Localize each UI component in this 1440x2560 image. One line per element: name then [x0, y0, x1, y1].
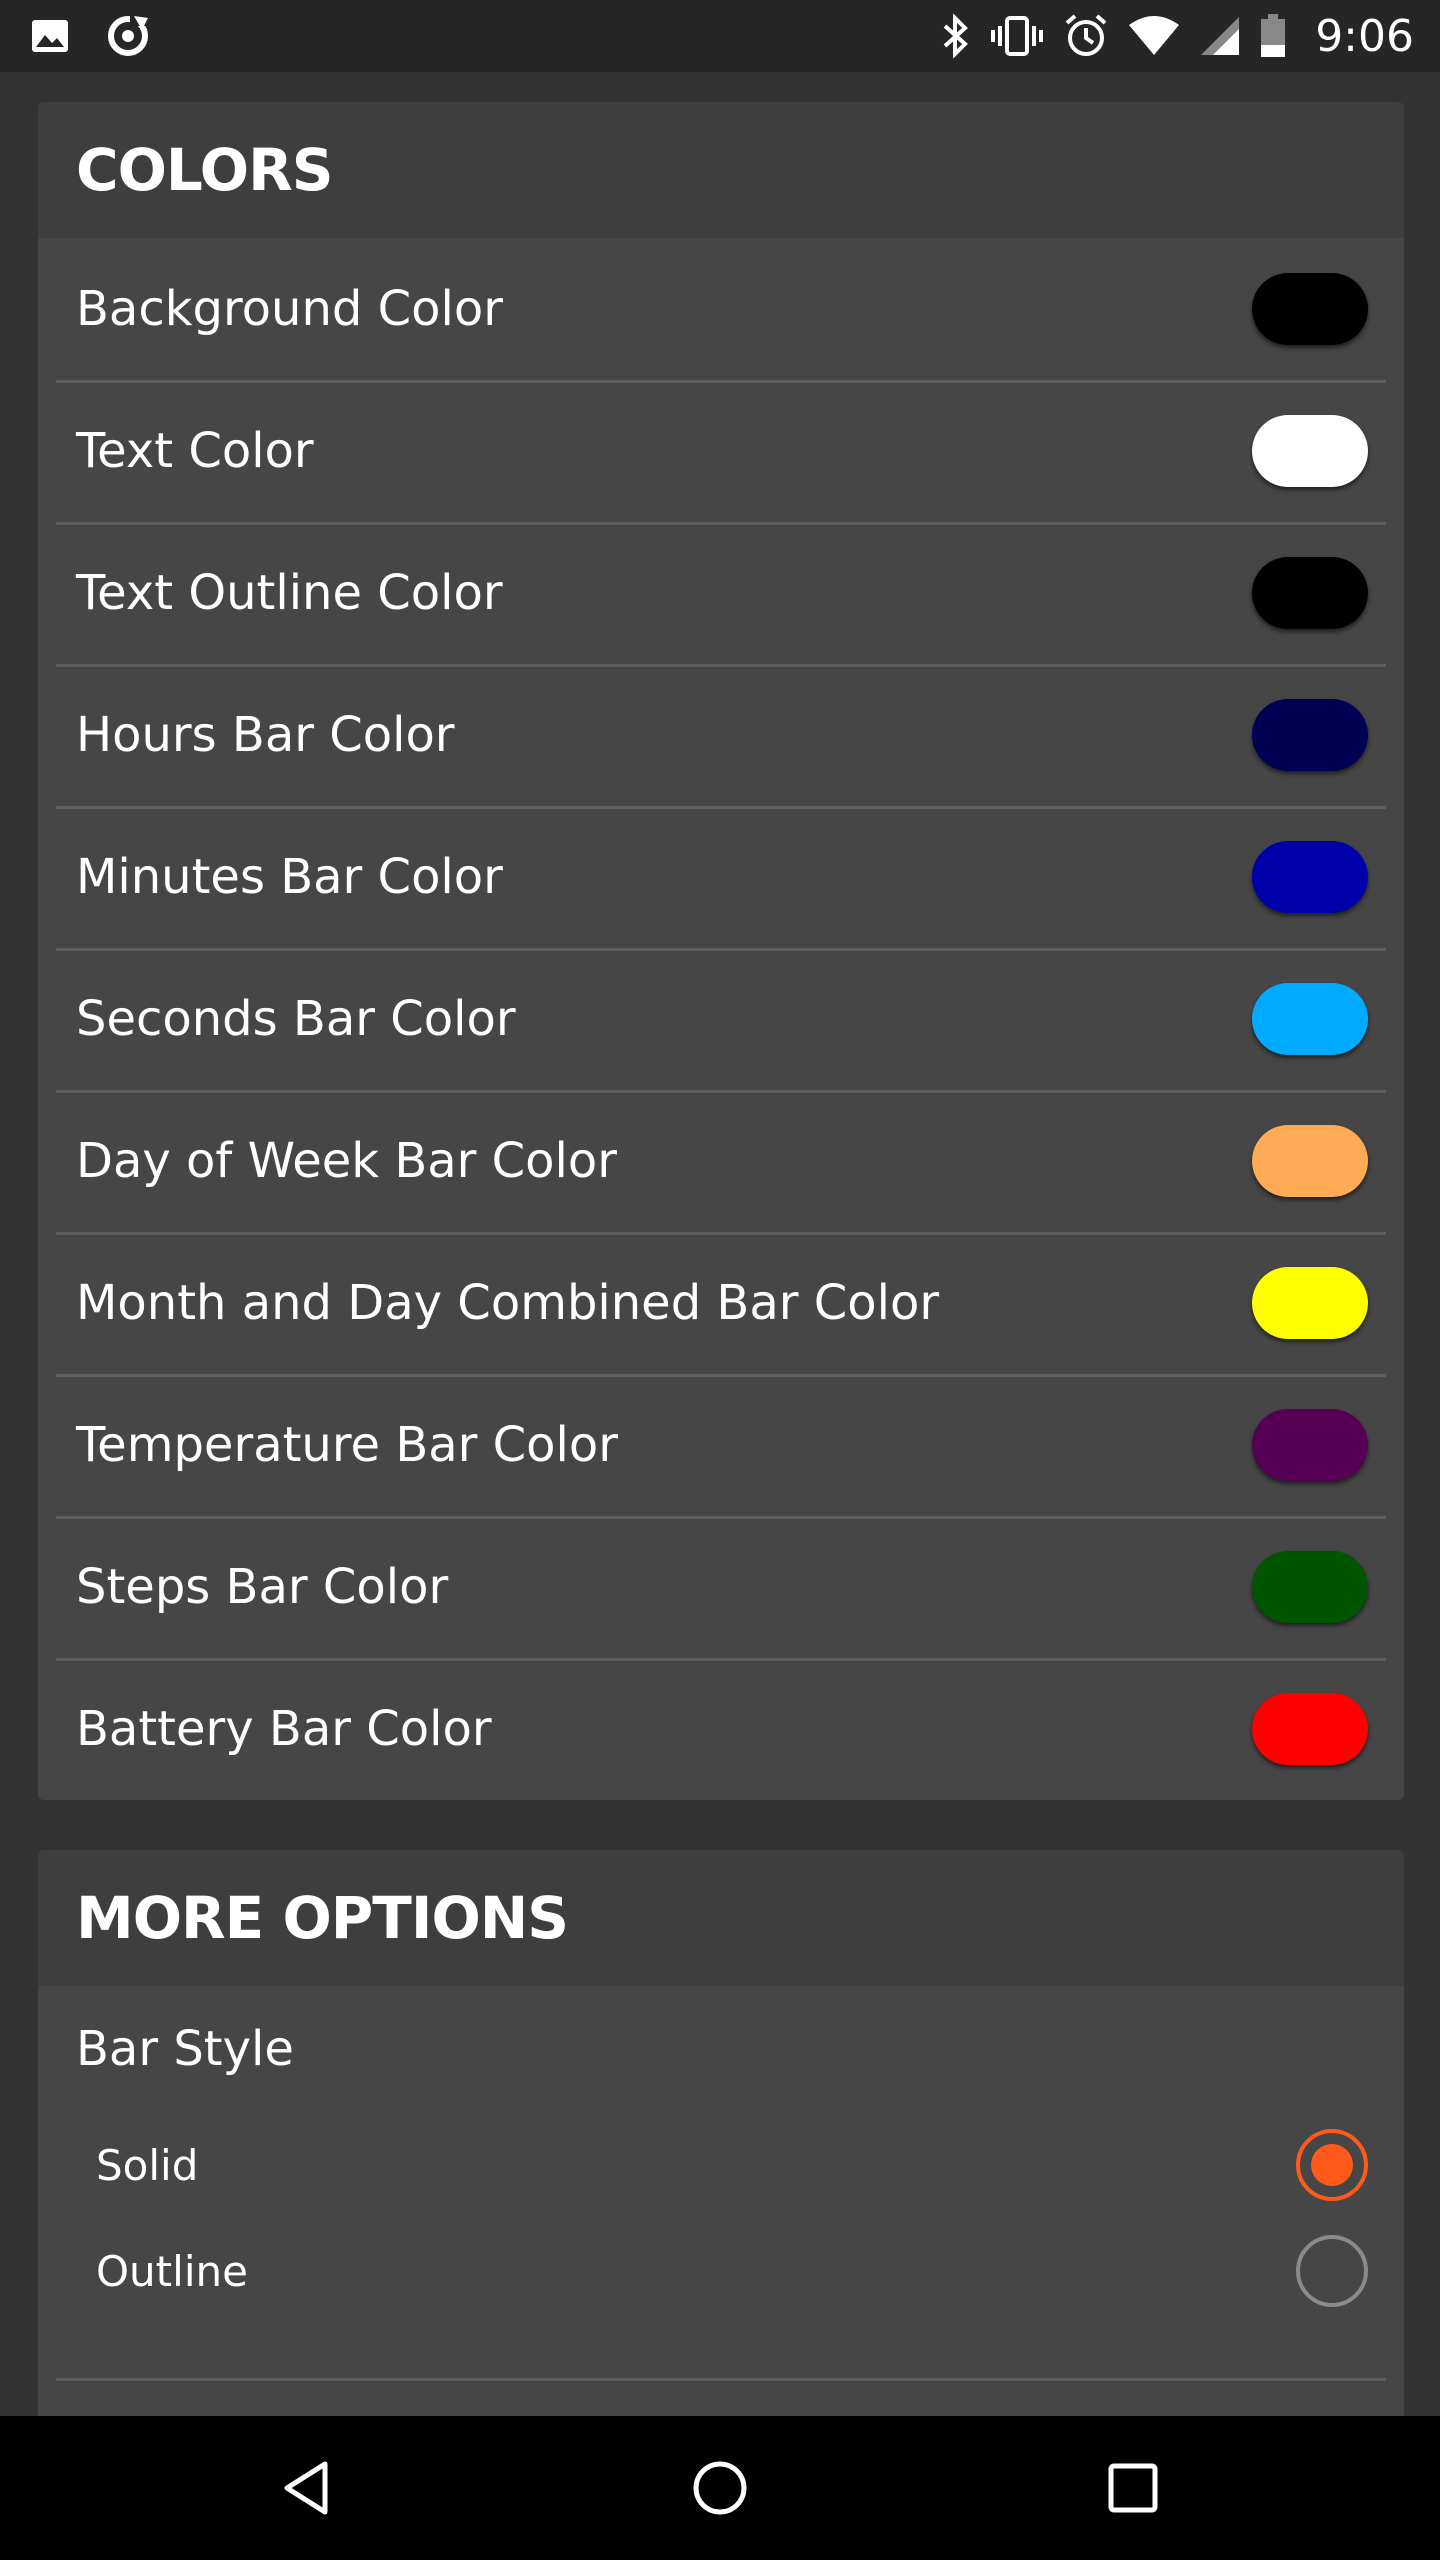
more-options-title: MORE OPTIONS — [76, 1884, 569, 1952]
bar-style-label: Bar Style — [76, 2021, 294, 2077]
more-options-header: MORE OPTIONS — [38, 1850, 1404, 1986]
color-swatch-button[interactable] — [1252, 557, 1368, 629]
settings-content[interactable]: COLORS Background Color Text Color Text Ou… — [0, 72, 1440, 2416]
color-swatch-button[interactable] — [1252, 983, 1368, 1055]
radio-button-outline[interactable] — [1296, 2235, 1368, 2307]
home-icon[interactable] — [660, 2428, 780, 2548]
color-list: Background Color Text Color Text Outline C… — [38, 238, 1404, 1800]
color-row-seconds-bar-color[interactable]: Seconds Bar Color — [38, 948, 1404, 1090]
color-row-label: Seconds Bar Color — [76, 991, 516, 1047]
bar-style-option-solid[interactable]: Solid — [38, 2112, 1404, 2218]
color-row-label: Temperature Bar Color — [76, 1417, 618, 1473]
color-row-battery-bar-color[interactable]: Battery Bar Color — [38, 1658, 1404, 1800]
color-row-label: Hours Bar Color — [76, 707, 455, 763]
color-row-text-outline-color[interactable]: Text Outline Color — [38, 522, 1404, 664]
radio-label-solid: Solid — [96, 2140, 199, 2190]
color-swatch-button[interactable] — [1252, 1551, 1368, 1623]
color-row-label: Steps Bar Color — [76, 1559, 449, 1615]
divider — [56, 2378, 1386, 2381]
battery-icon — [1259, 13, 1287, 59]
color-swatch-button[interactable] — [1252, 699, 1368, 771]
color-row-label: Minutes Bar Color — [76, 849, 503, 905]
color-row-month-and-day-combined-bar-color[interactable]: Month and Day Combined Bar Color — [38, 1232, 1404, 1374]
recents-icon[interactable] — [1073, 2428, 1193, 2548]
color-row-steps-bar-color[interactable]: Steps Bar Color — [38, 1516, 1404, 1658]
color-swatch-button[interactable] — [1252, 273, 1368, 345]
colors-header: COLORS — [38, 102, 1404, 238]
colors-card: COLORS Background Color Text Color Text Ou… — [38, 102, 1404, 1800]
signal-icon — [1199, 15, 1241, 57]
more-options-card: MORE OPTIONS Bar Style Solid Outline — [38, 1850, 1404, 2416]
color-swatch-button[interactable] — [1252, 1409, 1368, 1481]
color-swatch-button[interactable] — [1252, 415, 1368, 487]
wifi-icon — [1127, 15, 1181, 57]
image-icon — [30, 16, 70, 56]
bar-style-heading: Bar Style — [38, 1986, 1404, 2112]
vibrate-icon — [989, 14, 1045, 58]
color-row-label: Day of Week Bar Color — [76, 1133, 617, 1189]
color-row-text-color[interactable]: Text Color — [38, 380, 1404, 522]
color-row-background-color[interactable]: Background Color — [38, 238, 1404, 380]
sync-icon — [104, 12, 152, 60]
colors-title: COLORS — [76, 136, 334, 204]
color-swatch-button[interactable] — [1252, 1267, 1368, 1339]
color-row-label: Text Outline Color — [76, 565, 503, 621]
navigation-bar — [0, 2416, 1440, 2560]
back-icon[interactable] — [247, 2428, 367, 2548]
color-row-hours-bar-color[interactable]: Hours Bar Color — [38, 664, 1404, 806]
color-row-label: Battery Bar Color — [76, 1701, 492, 1757]
alarm-icon — [1063, 13, 1109, 59]
clock: 9:06 — [1315, 10, 1414, 62]
color-swatch-button[interactable] — [1252, 1693, 1368, 1765]
radio-button-solid[interactable] — [1296, 2129, 1368, 2201]
radio-label-outline: Outline — [96, 2246, 248, 2296]
color-row-temperature-bar-color[interactable]: Temperature Bar Color — [38, 1374, 1404, 1516]
color-swatch-button[interactable] — [1252, 1125, 1368, 1197]
color-row-label: Text Color — [76, 423, 314, 479]
color-swatch-button[interactable] — [1252, 841, 1368, 913]
color-row-minutes-bar-color[interactable]: Minutes Bar Color — [38, 806, 1404, 948]
color-row-label: Month and Day Combined Bar Color — [76, 1275, 940, 1331]
bar-style-option-outline[interactable]: Outline — [38, 2218, 1404, 2324]
bluetooth-icon — [941, 14, 971, 58]
color-row-label: Background Color — [76, 281, 503, 337]
status-bar: 9:06 — [0, 0, 1440, 72]
color-row-day-of-week-bar-color[interactable]: Day of Week Bar Color — [38, 1090, 1404, 1232]
radio-dot — [1311, 2144, 1353, 2186]
